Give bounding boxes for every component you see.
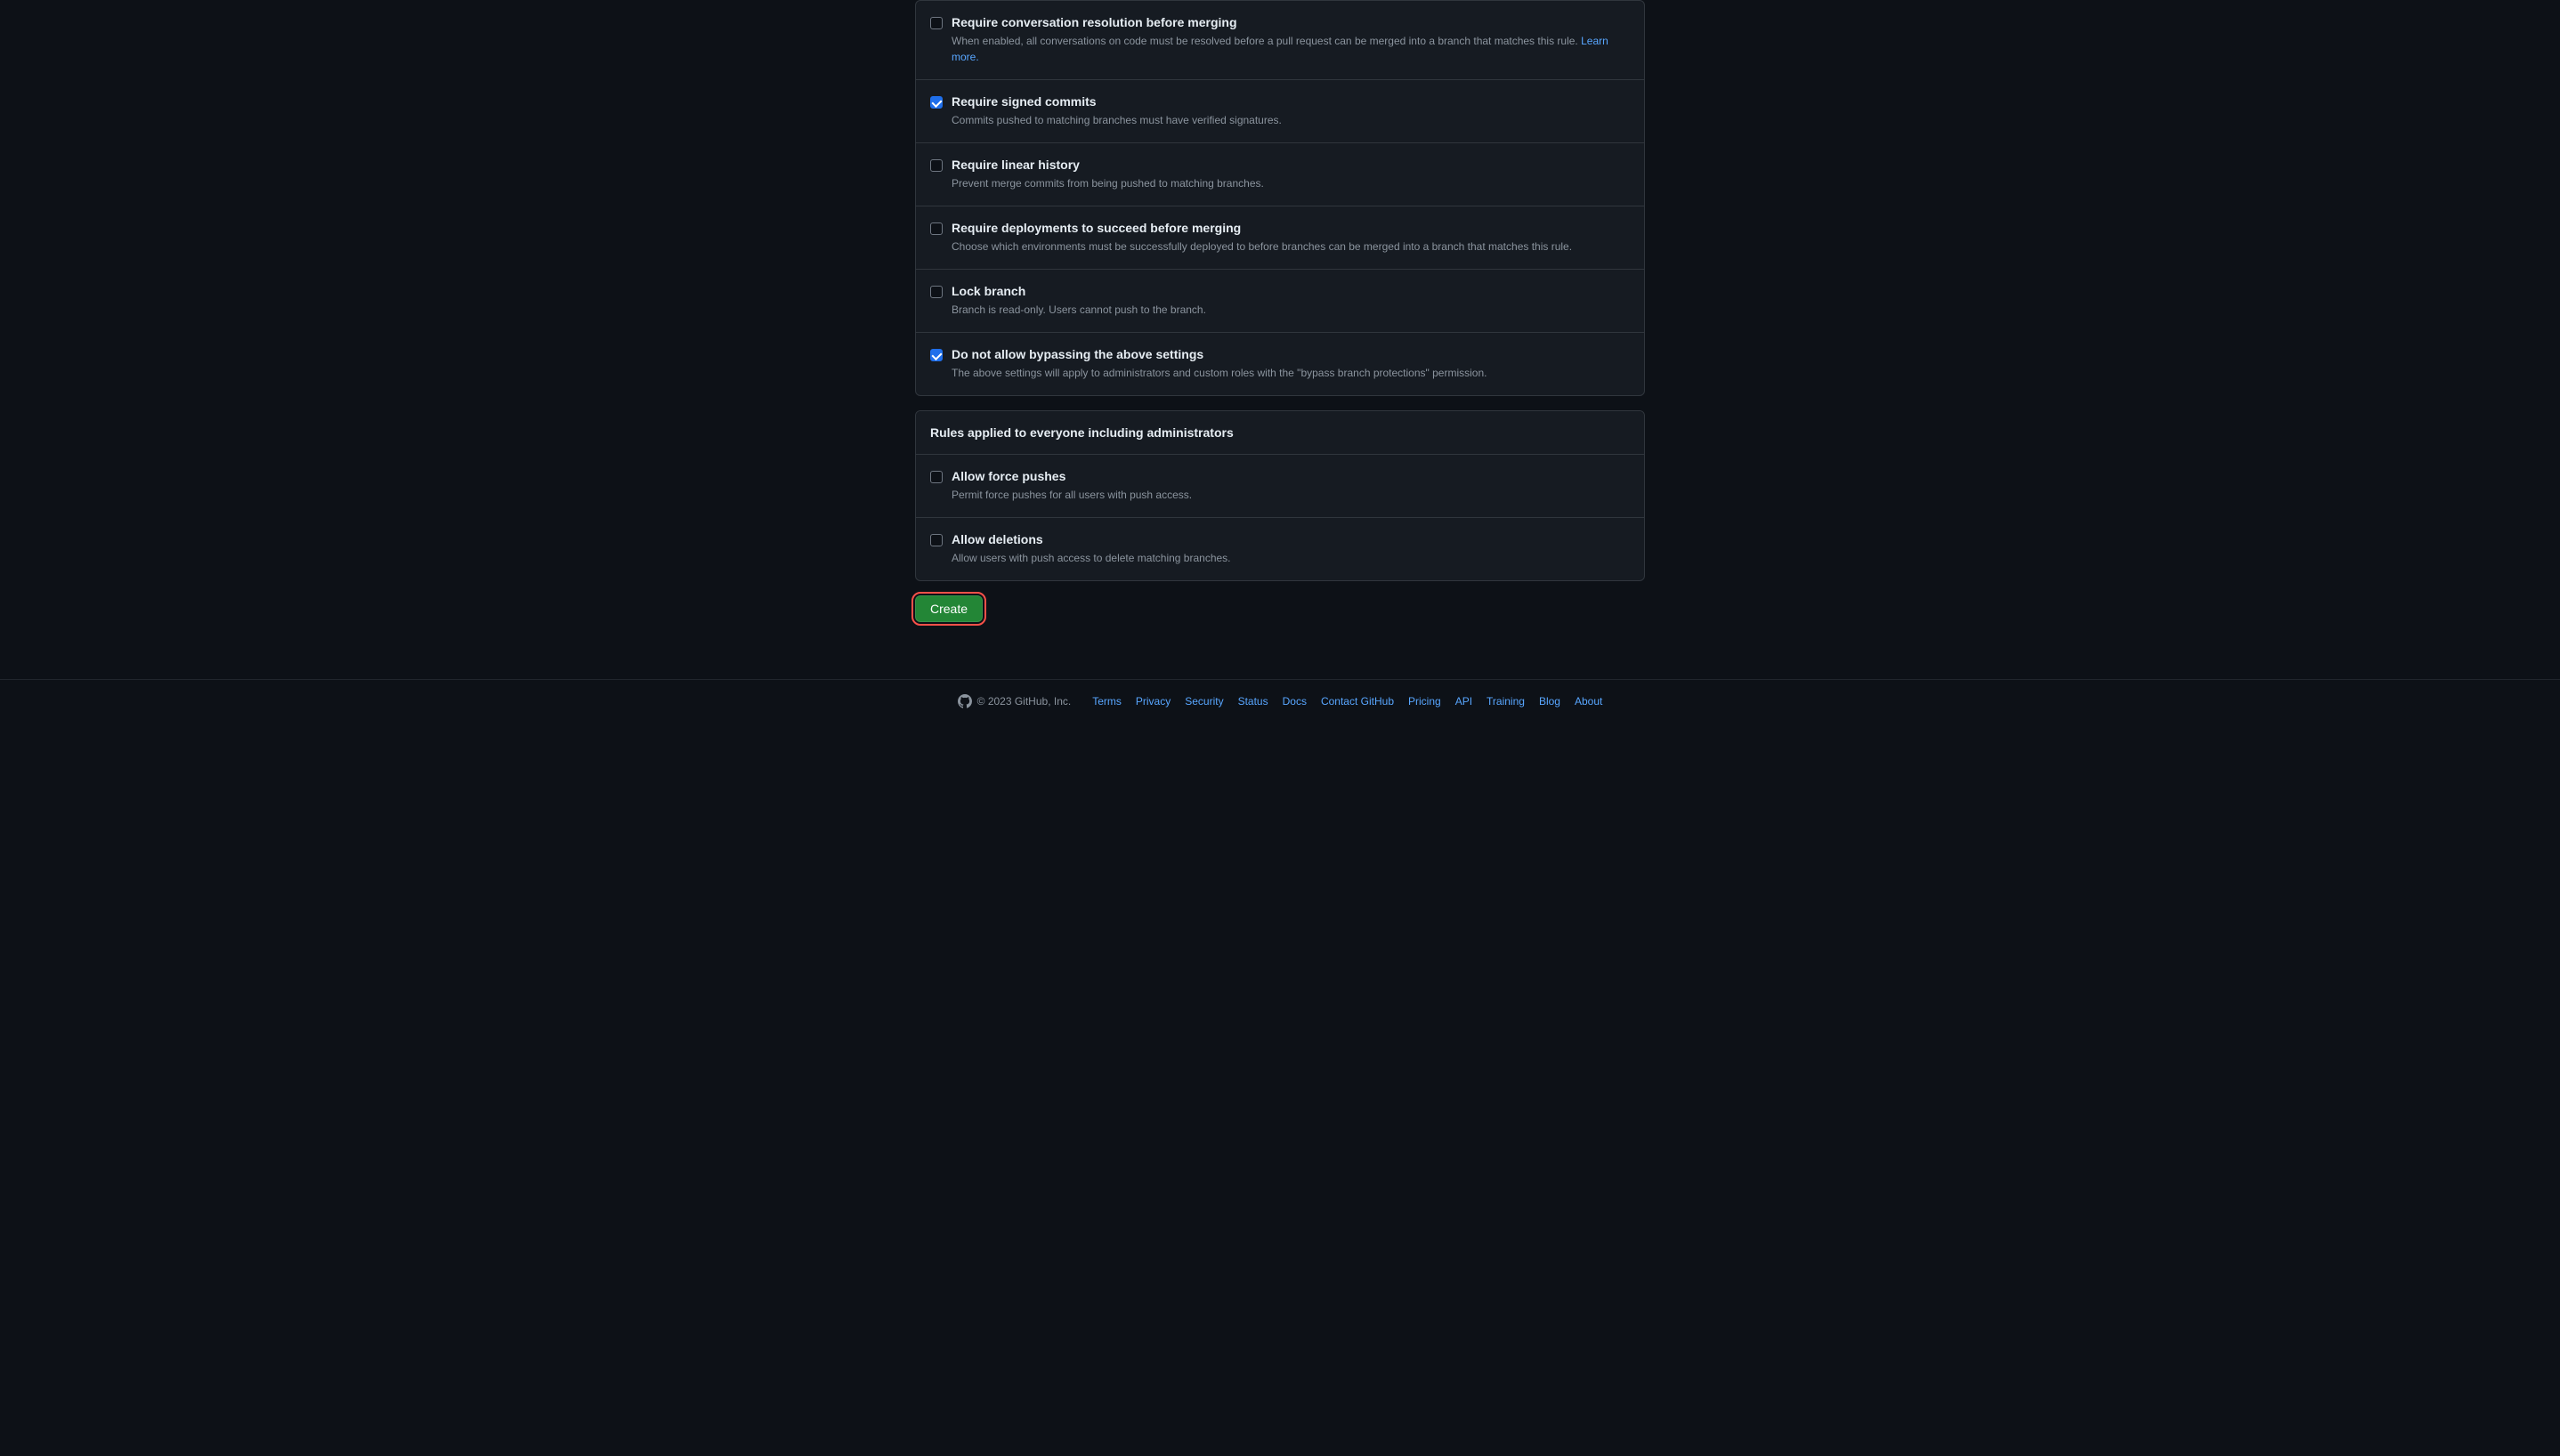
rule-title-require-conversation-resolution: Require conversation resolution before m… — [952, 15, 1630, 29]
rule-desc-allow-force-pushes: Permit force pushes for all users with p… — [952, 487, 1630, 503]
rule-title-require-deployments: Require deployments to succeed before me… — [952, 221, 1630, 235]
rule-text-allow-force-pushes: Allow force pushes Permit force pushes fo… — [952, 469, 1630, 503]
footer-link-blog[interactable]: Blog — [1539, 695, 1560, 708]
checkbox-require-conversation-resolution[interactable] — [930, 17, 943, 29]
rule-text-require-linear-history: Require linear history Prevent merge comm… — [952, 158, 1630, 191]
footer-logo: © 2023 GitHub, Inc. — [958, 694, 1072, 708]
rule-item-lock-branch: Lock branch Branch is read-only. Users ca… — [916, 270, 1644, 333]
footer-link-about[interactable]: About — [1575, 695, 1602, 708]
rule-text-do-not-allow-bypassing: Do not allow bypassing the above setting… — [952, 347, 1630, 381]
checkbox-require-linear-history[interactable] — [930, 159, 943, 172]
rule-item-allow-force-pushes: Allow force pushes Permit force pushes fo… — [916, 455, 1644, 518]
rule-desc-allow-deletions: Allow users with push access to delete m… — [952, 550, 1630, 566]
footer-link-api[interactable]: API — [1455, 695, 1472, 708]
footer: © 2023 GitHub, Inc. Terms Privacy Security… — [0, 679, 2560, 723]
footer-link-training[interactable]: Training — [1487, 695, 1525, 708]
rule-title-require-signed-commits: Require signed commits — [952, 94, 1630, 109]
checkbox-do-not-allow-bypassing[interactable] — [930, 349, 943, 361]
rule-item-do-not-allow-bypassing: Do not allow bypassing the above setting… — [916, 333, 1644, 395]
footer-links: Terms Privacy Security Status Docs Contact Gi… — [1092, 695, 1602, 708]
rule-title-allow-force-pushes: Allow force pushes — [952, 469, 1630, 483]
rule-item-require-signed-commits: Require signed commits Commits pushed to … — [916, 80, 1644, 143]
create-button[interactable]: Create — [915, 595, 983, 622]
rules-section: Require conversation resolution before m… — [915, 0, 1645, 396]
footer-link-status[interactable]: Status — [1238, 695, 1268, 708]
rule-desc-do-not-allow-bypassing: The above settings will apply to adminis… — [952, 365, 1630, 381]
rule-title-require-linear-history: Require linear history — [952, 158, 1630, 172]
checkbox-require-deployments[interactable] — [930, 222, 943, 235]
checkbox-allow-deletions[interactable] — [930, 534, 943, 546]
footer-link-terms[interactable]: Terms — [1092, 695, 1122, 708]
rule-text-require-signed-commits: Require signed commits Commits pushed to … — [952, 94, 1630, 128]
rule-link-require-conversation-resolution[interactable]: Learn more. — [952, 35, 1608, 63]
rule-desc-require-deployments: Choose which environments must be succes… — [952, 239, 1630, 255]
rule-text-lock-branch: Lock branch Branch is read-only. Users ca… — [952, 284, 1630, 318]
rule-item-require-deployments: Require deployments to succeed before me… — [916, 206, 1644, 270]
checkbox-lock-branch[interactable] — [930, 286, 943, 298]
rule-item-require-conversation-resolution: Require conversation resolution before m… — [916, 1, 1644, 80]
rule-title-allow-deletions: Allow deletions — [952, 532, 1630, 546]
rule-text-allow-deletions: Allow deletions Allow users with push acc… — [952, 532, 1630, 566]
rules-everyone-section: Rules applied to everyone including admi… — [915, 410, 1645, 581]
rule-text-require-conversation-resolution: Require conversation resolution before m… — [952, 15, 1630, 65]
rule-desc-require-signed-commits: Commits pushed to matching branches must… — [952, 112, 1630, 128]
rules-everyone-header: Rules applied to everyone including admi… — [916, 411, 1644, 455]
checkbox-allow-force-pushes[interactable] — [930, 471, 943, 483]
rule-desc-require-linear-history: Prevent merge commits from being pushed … — [952, 175, 1630, 191]
footer-link-privacy[interactable]: Privacy — [1136, 695, 1171, 708]
github-logo-icon — [958, 694, 972, 708]
rule-item-require-linear-history: Require linear history Prevent merge comm… — [916, 143, 1644, 206]
create-button-wrapper: Create — [915, 595, 1645, 622]
footer-link-pricing[interactable]: Pricing — [1408, 695, 1441, 708]
checkbox-require-signed-commits[interactable] — [930, 96, 943, 109]
rule-desc-lock-branch: Branch is read-only. Users cannot push t… — [952, 302, 1630, 318]
rule-desc-require-conversation-resolution: When enabled, all conversations on code … — [952, 33, 1630, 65]
footer-link-contact-github[interactable]: Contact GitHub — [1321, 695, 1394, 708]
footer-link-security[interactable]: Security — [1185, 695, 1223, 708]
footer-link-docs[interactable]: Docs — [1283, 695, 1307, 708]
rule-text-require-deployments: Require deployments to succeed before me… — [952, 221, 1630, 255]
rule-title-lock-branch: Lock branch — [952, 284, 1630, 298]
rule-item-allow-deletions: Allow deletions Allow users with push acc… — [916, 518, 1644, 580]
rule-title-do-not-allow-bypassing: Do not allow bypassing the above setting… — [952, 347, 1630, 361]
footer-copyright: © 2023 GitHub, Inc. — [977, 695, 1072, 708]
